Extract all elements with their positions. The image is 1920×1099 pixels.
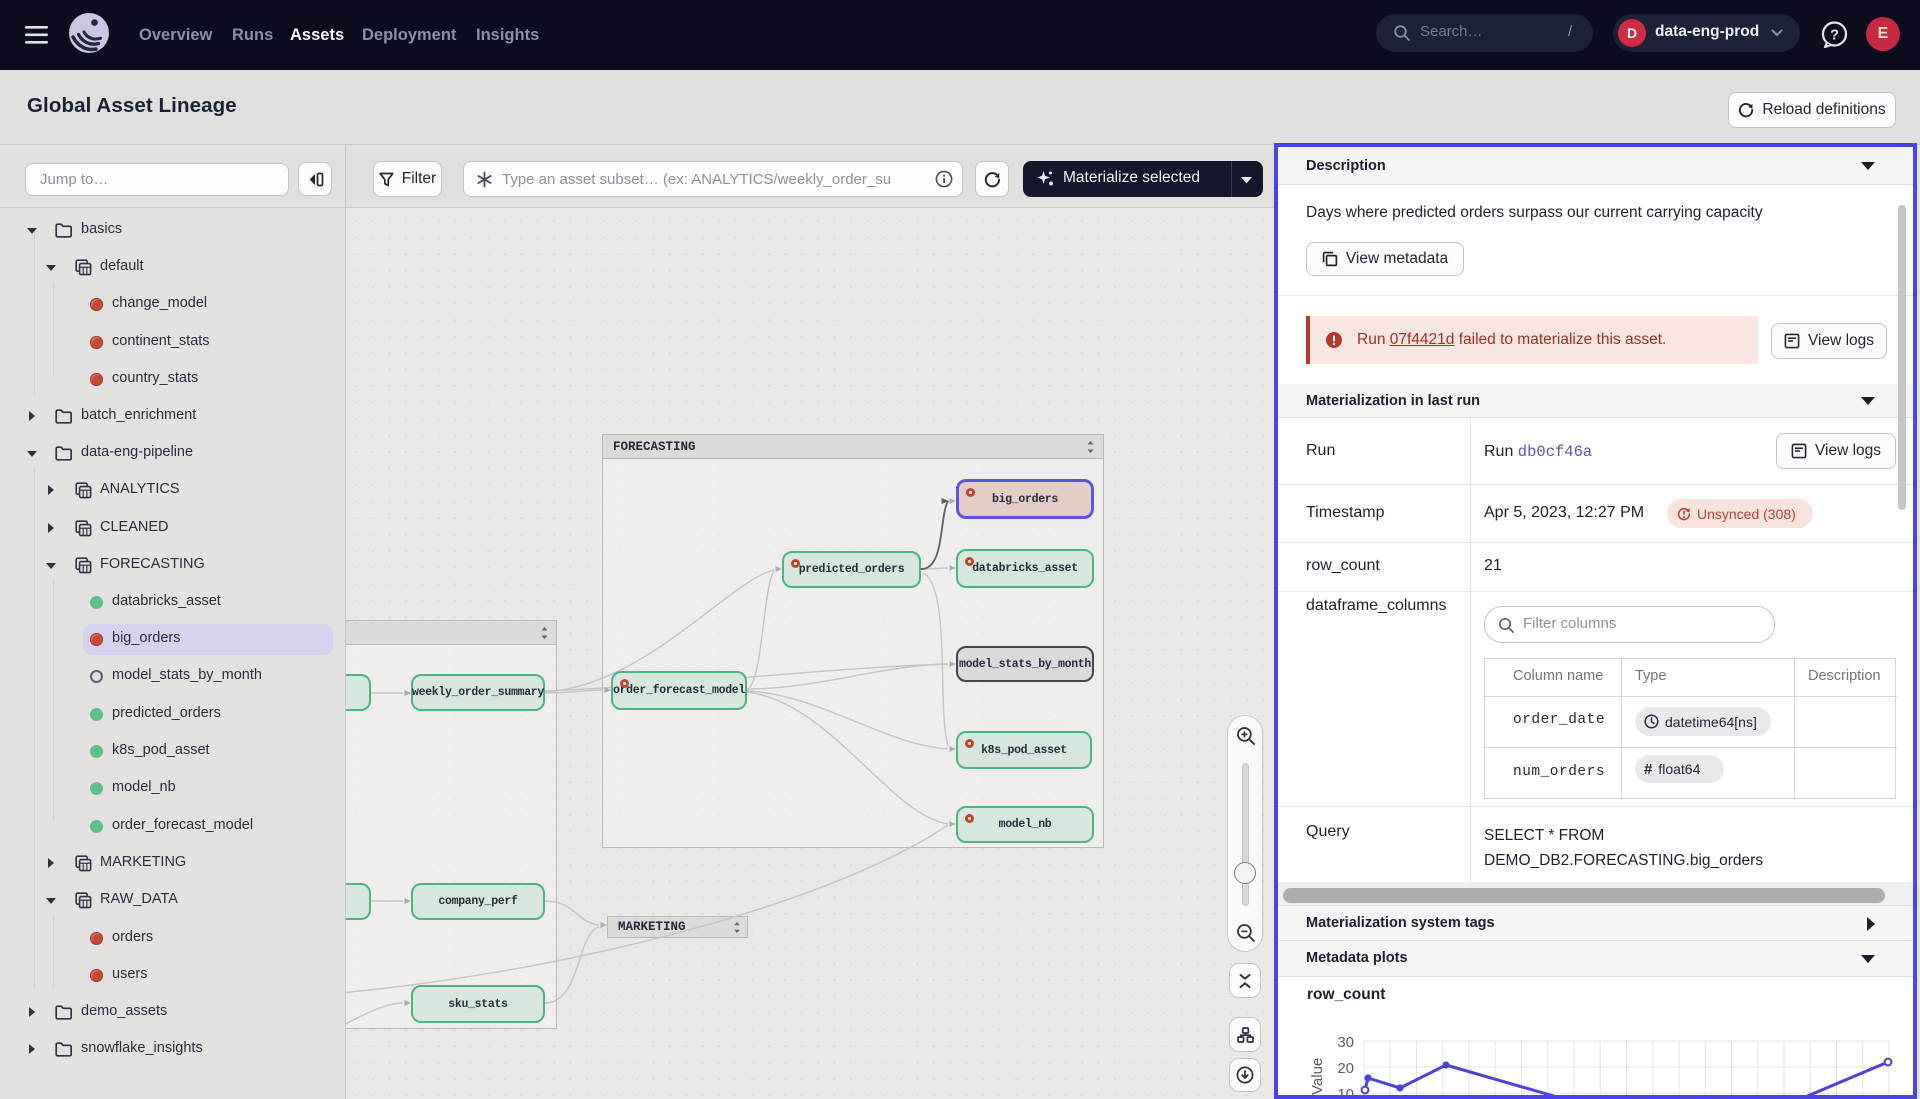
svg-text:Value: Value bbox=[1309, 1058, 1326, 1095]
svg-text:?: ? bbox=[1830, 28, 1839, 44]
svg-text:10: 10 bbox=[1337, 1086, 1354, 1095]
svg-text:20: 20 bbox=[1337, 1060, 1354, 1077]
svg-text:30: 30 bbox=[1337, 1034, 1354, 1051]
